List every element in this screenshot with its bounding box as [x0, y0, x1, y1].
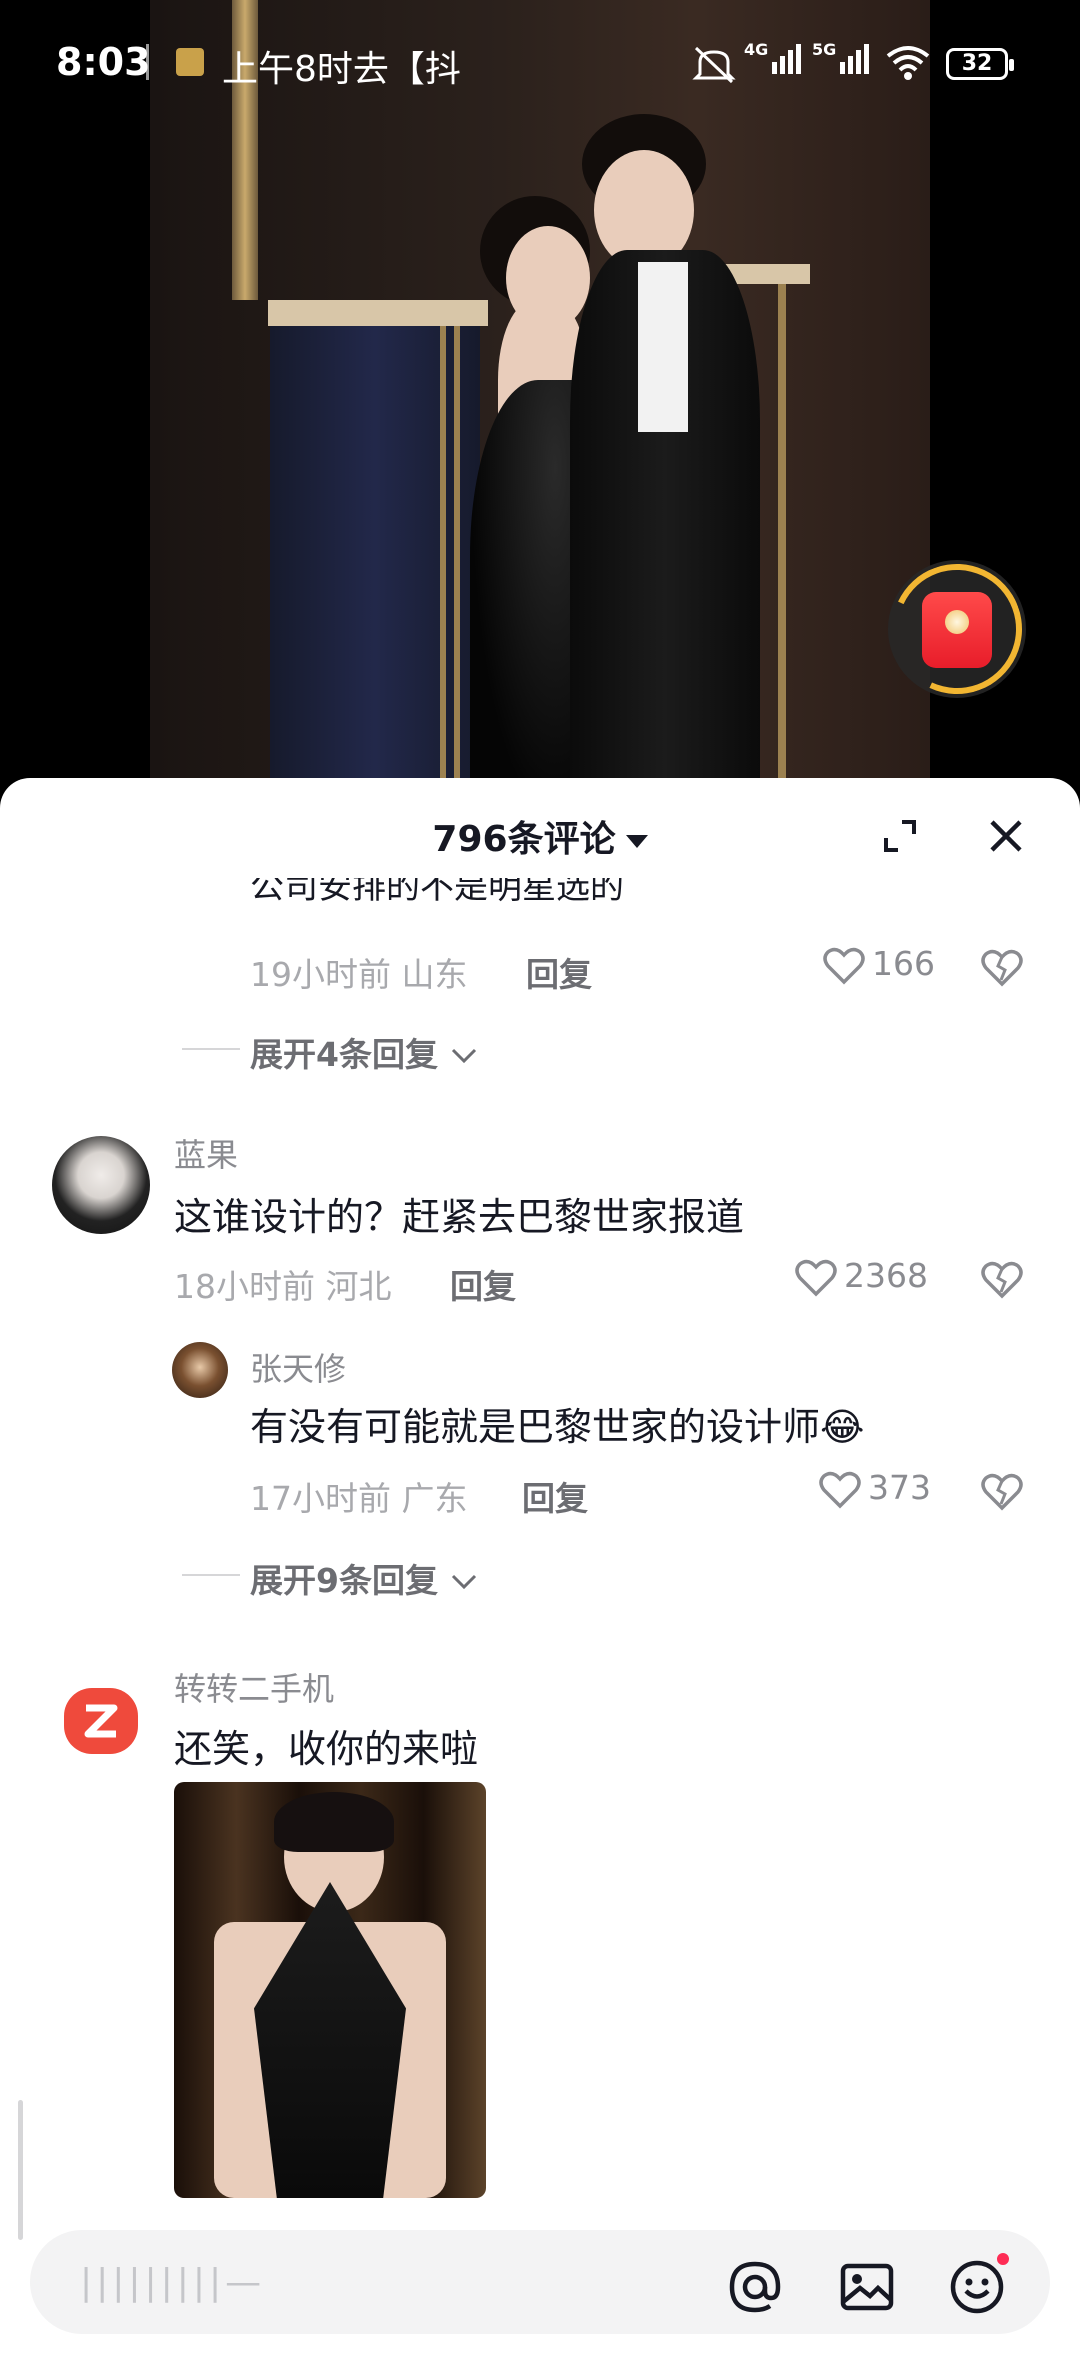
comment-input-placeholder: |||||||||—	[80, 2262, 266, 2303]
status-time: 8:03	[56, 40, 151, 84]
red-packet-widget[interactable]	[873, 545, 1041, 713]
pillar-stripe-right	[778, 284, 786, 820]
status-separator	[146, 44, 149, 80]
expand-replies-button[interactable]: 展开4条回复	[250, 1028, 479, 1076]
reply-text: 有没有可能就是巴黎世家的设计师😂	[250, 1405, 865, 1449]
broken-heart-icon[interactable]	[980, 1260, 1024, 1300]
zhuanzhuan-logo-icon	[84, 1704, 118, 1738]
expand-icon[interactable]	[880, 816, 920, 856]
emoji-icon[interactable]	[948, 2258, 1006, 2316]
reply-username[interactable]: 张天修	[250, 1344, 346, 1390]
battery-level: 32	[961, 51, 993, 76]
notification-text: 上午8时去【抖	[222, 49, 461, 90]
reply-button[interactable]: 回复	[526, 948, 592, 996]
comment-image[interactable]	[174, 1782, 486, 2198]
avatar[interactable]	[52, 1136, 150, 1234]
chevron-down-icon	[625, 834, 648, 848]
display-pillar-left	[270, 310, 480, 820]
comment-location: 河北	[325, 1267, 392, 1306]
reply-meta: 17小时前 广东	[250, 1472, 468, 1520]
expand-divider	[182, 1574, 240, 1576]
expand-replies-label: 展开9条回复	[250, 1561, 438, 1600]
pillar-stripe	[454, 326, 460, 820]
comment-username[interactable]: 蓝果	[174, 1130, 238, 1176]
image-icon[interactable]	[838, 2258, 896, 2316]
at-icon[interactable]	[726, 2258, 784, 2316]
image-hair	[274, 1792, 394, 1852]
signal-1-icon	[772, 44, 804, 80]
broken-heart-icon[interactable]	[980, 1472, 1024, 1512]
figure-shirt	[638, 262, 688, 432]
like-count: 373	[868, 1468, 931, 1507]
like-count: 166	[872, 944, 935, 983]
comment-time: 19小时前	[250, 955, 391, 994]
like-button[interactable]: 2368	[794, 1256, 928, 1298]
pillar-stripe	[440, 326, 446, 820]
chevron-down-icon	[452, 1048, 477, 1064]
pillar-cap-left	[268, 300, 488, 326]
comment-username[interactable]: 转转二手机	[174, 1664, 334, 1710]
chevron-down-icon	[452, 1574, 477, 1590]
mute-icon	[692, 46, 736, 84]
reply-time: 17小时前	[250, 1479, 391, 1518]
battery-icon: 32	[946, 48, 1014, 80]
reply-button[interactable]: 回复	[450, 1260, 516, 1308]
comment-text: 这谁设计的？赶紧去巴黎世家报道	[174, 1195, 745, 1239]
heart-icon	[823, 947, 865, 984]
expand-divider	[182, 1048, 240, 1050]
like-count: 2368	[844, 1256, 928, 1295]
expand-replies-label: 展开4条回复	[250, 1035, 438, 1074]
envelope-seal	[945, 610, 969, 634]
avatar[interactable]	[172, 1342, 228, 1398]
network-5g-label: 5G	[812, 40, 837, 59]
expand-replies-button[interactable]: 展开9条回复	[250, 1554, 479, 1602]
broken-heart-icon[interactable]	[980, 948, 1024, 988]
reply-location: 广东	[401, 1479, 468, 1518]
reply-button[interactable]: 回复	[522, 1472, 588, 1520]
wifi-icon	[886, 46, 930, 80]
comments-sheet: 796条评论 公司安排的不是明星选的 19小时前 山东 回复 166 展开4条回…	[0, 778, 1080, 2360]
comment-time: 18小时前	[174, 1267, 315, 1306]
close-icon[interactable]	[984, 814, 1028, 858]
notification-app-icon	[176, 48, 204, 76]
like-button[interactable]: 166	[822, 944, 935, 986]
heart-icon	[819, 1471, 861, 1508]
signal-2-icon	[840, 44, 872, 80]
comment-count-label: 796条评论	[432, 819, 616, 860]
avatar[interactable]	[64, 1688, 138, 1754]
heart-icon	[795, 1259, 837, 1296]
comment-meta: 18小时前 河北	[174, 1260, 392, 1308]
network-4g-label: 4G	[744, 40, 769, 59]
comment-text: 还笑，收你的来啦	[174, 1727, 479, 1771]
like-button[interactable]: 373	[818, 1468, 931, 1510]
comment-text-cutoff: 公司安排的不是明星选的	[250, 878, 624, 907]
notification-dot	[994, 2250, 1012, 2268]
status-bar: 8:03 上午8时去【抖 4G 5G 32	[0, 0, 1080, 130]
comment-location: 山东	[401, 955, 468, 994]
comment-meta: 19小时前 山东	[250, 948, 468, 996]
scroll-indicator[interactable]	[18, 2100, 23, 2240]
comment-input[interactable]: |||||||||—	[30, 2230, 1050, 2334]
